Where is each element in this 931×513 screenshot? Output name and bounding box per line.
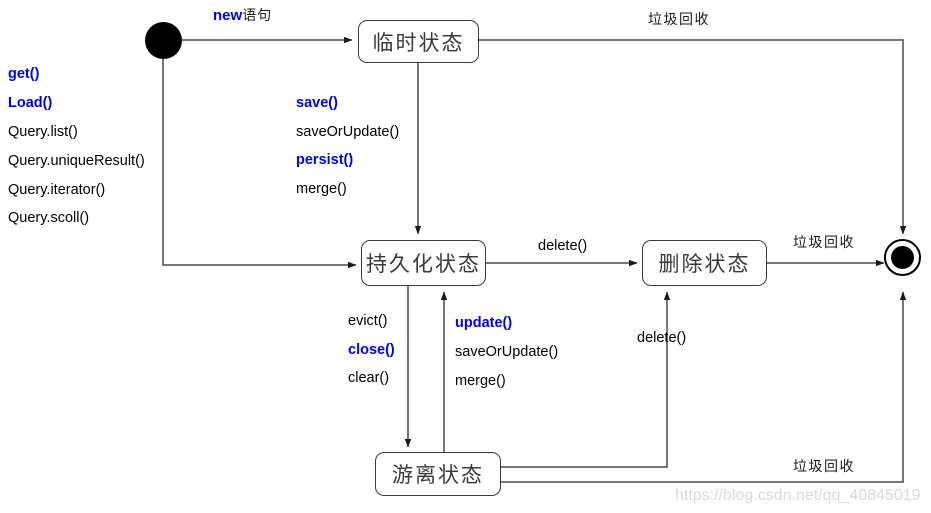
transition-label-merge-top: merge()	[296, 181, 347, 197]
transition-label-load: Load()	[8, 95, 53, 111]
state-persistent-label: 持久化状态	[366, 252, 481, 276]
new-keyword: new	[213, 7, 243, 24]
transition-label-evict: evict()	[348, 313, 388, 329]
edge-transient-to-final	[478, 39, 907, 235]
transition-label-query-scoll: Query.scoll()	[8, 210, 90, 226]
transition-label-query-uniqueresult: Query.uniqueResult()	[8, 153, 145, 169]
transition-label-update: update()	[455, 315, 513, 331]
state-diagram-canvas: 临时状态 持久化状态 删除状态 游离状态 new语句 get() Load() …	[0, 0, 931, 513]
transition-label-gc-transient: 垃圾回收	[648, 12, 710, 28]
final-state-inner-dot	[891, 246, 914, 269]
state-removed[interactable]: 删除状态	[642, 240, 767, 286]
transition-label-gc-detached: 垃圾回收	[793, 459, 855, 475]
state-detached-label: 游离状态	[392, 463, 484, 487]
state-transient[interactable]: 临时状态	[358, 20, 479, 63]
state-removed-label: 删除状态	[658, 252, 751, 276]
final-state-node	[884, 239, 921, 276]
transition-label-delete-persistent: delete()	[538, 238, 588, 254]
state-transient-label: 临时状态	[372, 30, 465, 55]
new-statement-tail: 语句	[242, 8, 273, 24]
state-detached[interactable]: 游离状态	[375, 452, 501, 496]
edge-detached-to-final	[500, 291, 907, 483]
transition-label-merge-bottom: merge()	[455, 373, 506, 389]
transition-label-delete-detached: delete()	[637, 330, 687, 346]
transition-label-new-statement: new语句	[213, 8, 272, 23]
transition-label-query-iterator: Query.iterator()	[8, 182, 106, 198]
transition-label-close: close()	[348, 342, 395, 358]
transition-label-get: get()	[8, 66, 40, 82]
transition-label-query-list: Query.list()	[8, 124, 78, 140]
edge-detached-to-removed	[500, 291, 671, 468]
initial-state-node	[145, 22, 182, 59]
state-persistent[interactable]: 持久化状态	[361, 240, 486, 286]
transition-label-saveorupdate-top: saveOrUpdate()	[296, 124, 400, 140]
transition-label-save: save()	[296, 95, 338, 111]
transition-label-persist: persist()	[296, 152, 354, 168]
transition-label-gc-removed: 垃圾回收	[793, 235, 855, 251]
transition-label-saveorupdate-bottom: saveOrUpdate()	[455, 344, 559, 360]
watermark-text: https://blog.csdn.net/qq_40845019	[675, 487, 921, 504]
transition-label-clear: clear()	[348, 370, 390, 386]
